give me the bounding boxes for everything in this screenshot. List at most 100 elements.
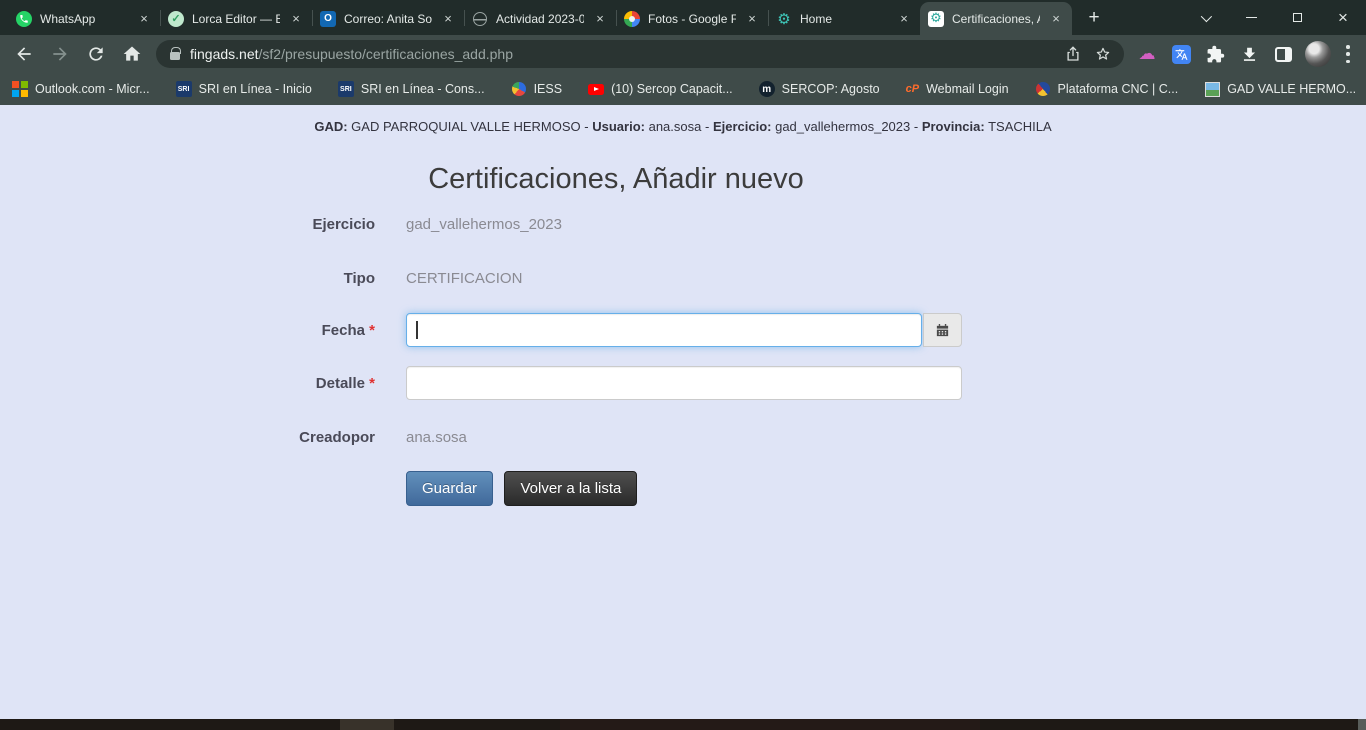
- home-button[interactable]: [116, 38, 148, 70]
- calendar-picker-button[interactable]: [923, 313, 962, 347]
- outlook-icon: O: [320, 11, 336, 27]
- tab-lorca-editor[interactable]: ✓ Lorca Editor — El ×: [160, 2, 312, 35]
- creadopor-field-label: Creadopor: [290, 429, 375, 447]
- form-row-actions: Guardar Volver a la lista: [290, 471, 962, 506]
- tipo-field-value: CERTIFICACION: [406, 270, 522, 287]
- forward-button[interactable]: [44, 38, 76, 70]
- downloads-button[interactable]: [1234, 39, 1264, 69]
- tab-actividad[interactable]: Actividad 2023-0 ×: [464, 2, 616, 35]
- text-caret: [416, 321, 418, 339]
- tab-title: Certificaciones, A: [952, 12, 1040, 26]
- translate-button[interactable]: [1166, 39, 1196, 69]
- extensions-button[interactable]: [1200, 39, 1230, 69]
- reload-button[interactable]: [80, 38, 112, 70]
- chevron-down-icon: [1201, 10, 1212, 21]
- google-photos-icon: [624, 11, 640, 27]
- minimize-button[interactable]: [1228, 0, 1274, 35]
- page-title: Certificaciones, Añadir nuevo: [0, 163, 1232, 196]
- detalle-input[interactable]: [406, 366, 962, 400]
- back-to-list-button[interactable]: Volver a la lista: [504, 471, 637, 506]
- tab-title: Fotos - Google F: [648, 12, 736, 26]
- tab-strip: WhatsApp × ✓ Lorca Editor — El × O Corre…: [0, 0, 1366, 35]
- page-content: GAD: GAD PARROQUIAL VALLE HERMOSO - Usua…: [0, 105, 1366, 719]
- back-icon: [14, 44, 34, 64]
- form-row-detalle: Detalle *: [290, 366, 962, 400]
- reload-icon: [86, 44, 106, 64]
- bookmark-label: Outlook.com - Micr...: [35, 82, 150, 96]
- detalle-field-label: Detalle *: [290, 375, 375, 392]
- browser-window: WhatsApp × ✓ Lorca Editor — El × O Corre…: [0, 0, 1366, 730]
- bookmark-iess[interactable]: IESS: [511, 81, 563, 97]
- bookmark-label: Plataforma CNC | C...: [1058, 82, 1179, 96]
- share-icon: [1064, 45, 1082, 63]
- tab-close-icon[interactable]: ×: [288, 11, 304, 27]
- tab-search-button[interactable]: [1182, 0, 1228, 35]
- bookmark-gad-valle-hermoso[interactable]: GAD VALLE HERMO...: [1204, 81, 1356, 97]
- gad-label: GAD:: [314, 119, 347, 134]
- desktop-edge-strip: [0, 719, 1366, 730]
- share-button[interactable]: [1058, 41, 1088, 67]
- tab-close-icon[interactable]: ×: [592, 11, 608, 27]
- tab-close-icon[interactable]: ×: [1048, 11, 1064, 27]
- cpanel-icon: cP: [906, 83, 919, 95]
- url-domain: fingads.net: [190, 46, 259, 62]
- bookmark-webmail[interactable]: cP Webmail Login: [906, 82, 1009, 96]
- check-circle-icon: ✓: [168, 11, 184, 27]
- calendar-icon: [935, 323, 950, 338]
- browser-menu-button[interactable]: [1346, 45, 1350, 63]
- bookmark-star-button[interactable]: [1088, 41, 1118, 67]
- gad-landscape-icon: [1205, 82, 1220, 97]
- bookmark-sri-inicio[interactable]: SRI SRI en Línea - Inicio: [176, 81, 312, 97]
- tab-close-icon[interactable]: ×: [136, 11, 152, 27]
- sercop-icon: m: [759, 81, 775, 97]
- new-tab-button[interactable]: +: [1080, 4, 1108, 32]
- bookmark-label: SRI en Línea - Cons...: [361, 82, 485, 96]
- side-panel-button[interactable]: [1268, 39, 1298, 69]
- bookmark-outlook[interactable]: Outlook.com - Micr...: [12, 81, 150, 97]
- tab-whatsapp[interactable]: WhatsApp ×: [8, 2, 160, 35]
- sri-icon: SRI: [176, 81, 192, 97]
- provincia-label: Provincia:: [922, 119, 985, 134]
- restore-icon: [1293, 13, 1302, 22]
- puzzle-icon: [1206, 45, 1225, 64]
- tab-title: WhatsApp: [40, 12, 128, 26]
- bookmark-plataforma-cnc[interactable]: Plataforma CNC | C...: [1035, 81, 1179, 97]
- bookmark-sercop-youtube[interactable]: (10) Sercop Capacit...: [588, 81, 733, 97]
- ejercicio-field-value: gad_vallehermos_2023: [406, 216, 562, 233]
- fingads-gear-icon: ⚙: [928, 11, 944, 27]
- profile-avatar[interactable]: [1305, 41, 1331, 67]
- bookmarks-bar: Outlook.com - Micr... SRI SRI en Línea -…: [0, 73, 1366, 105]
- bookmark-label: GAD VALLE HERMO...: [1227, 82, 1356, 96]
- window-controls: ×: [1182, 0, 1366, 35]
- tab-home[interactable]: ⚙ Home ×: [768, 2, 920, 35]
- extension-cloud-button[interactable]: ☁: [1132, 39, 1162, 69]
- microsoft-icon: [12, 81, 28, 97]
- ejercicio-value: gad_vallehermos_2023: [775, 119, 910, 134]
- bookmark-sri-consultas[interactable]: SRI SRI en Línea - Cons...: [338, 81, 485, 97]
- site-header: GAD: GAD PARROQUIAL VALLE HERMOSO - Usua…: [0, 105, 1366, 134]
- bookmark-sercop-agosto[interactable]: m SERCOP: Agosto: [759, 81, 880, 97]
- whatsapp-icon: [16, 11, 32, 27]
- home-icon: [122, 44, 142, 64]
- fecha-input[interactable]: [406, 313, 922, 347]
- restore-button[interactable]: [1274, 0, 1320, 35]
- bookmark-label: IESS: [534, 82, 563, 96]
- tab-close-icon[interactable]: ×: [440, 11, 456, 27]
- tab-certificaciones-active[interactable]: ⚙ Certificaciones, A ×: [920, 2, 1072, 35]
- tab-close-icon[interactable]: ×: [896, 11, 912, 27]
- tab-fotos[interactable]: Fotos - Google F ×: [616, 2, 768, 35]
- window-close-button[interactable]: ×: [1320, 0, 1366, 35]
- url-text: fingads.net/sf2/presupuesto/certificacio…: [190, 46, 1058, 62]
- tab-correo[interactable]: O Correo: Anita Sos ×: [312, 2, 464, 35]
- save-button[interactable]: Guardar: [406, 471, 493, 506]
- tab-title: Actividad 2023-0: [496, 12, 584, 26]
- tab-close-icon[interactable]: ×: [744, 11, 760, 27]
- creadopor-field-value: ana.sosa: [406, 429, 467, 446]
- usuario-value: ana.sosa: [649, 119, 702, 134]
- address-bar[interactable]: fingads.net/sf2/presupuesto/certificacio…: [156, 40, 1124, 68]
- gad-value: GAD PARROQUIAL VALLE HERMOSO: [351, 119, 580, 134]
- back-button[interactable]: [8, 38, 40, 70]
- bookmark-label: SERCOP: Agosto: [782, 82, 880, 96]
- youtube-icon: [588, 84, 604, 95]
- form-row-creadopor: Creadopor ana.sosa: [290, 429, 962, 447]
